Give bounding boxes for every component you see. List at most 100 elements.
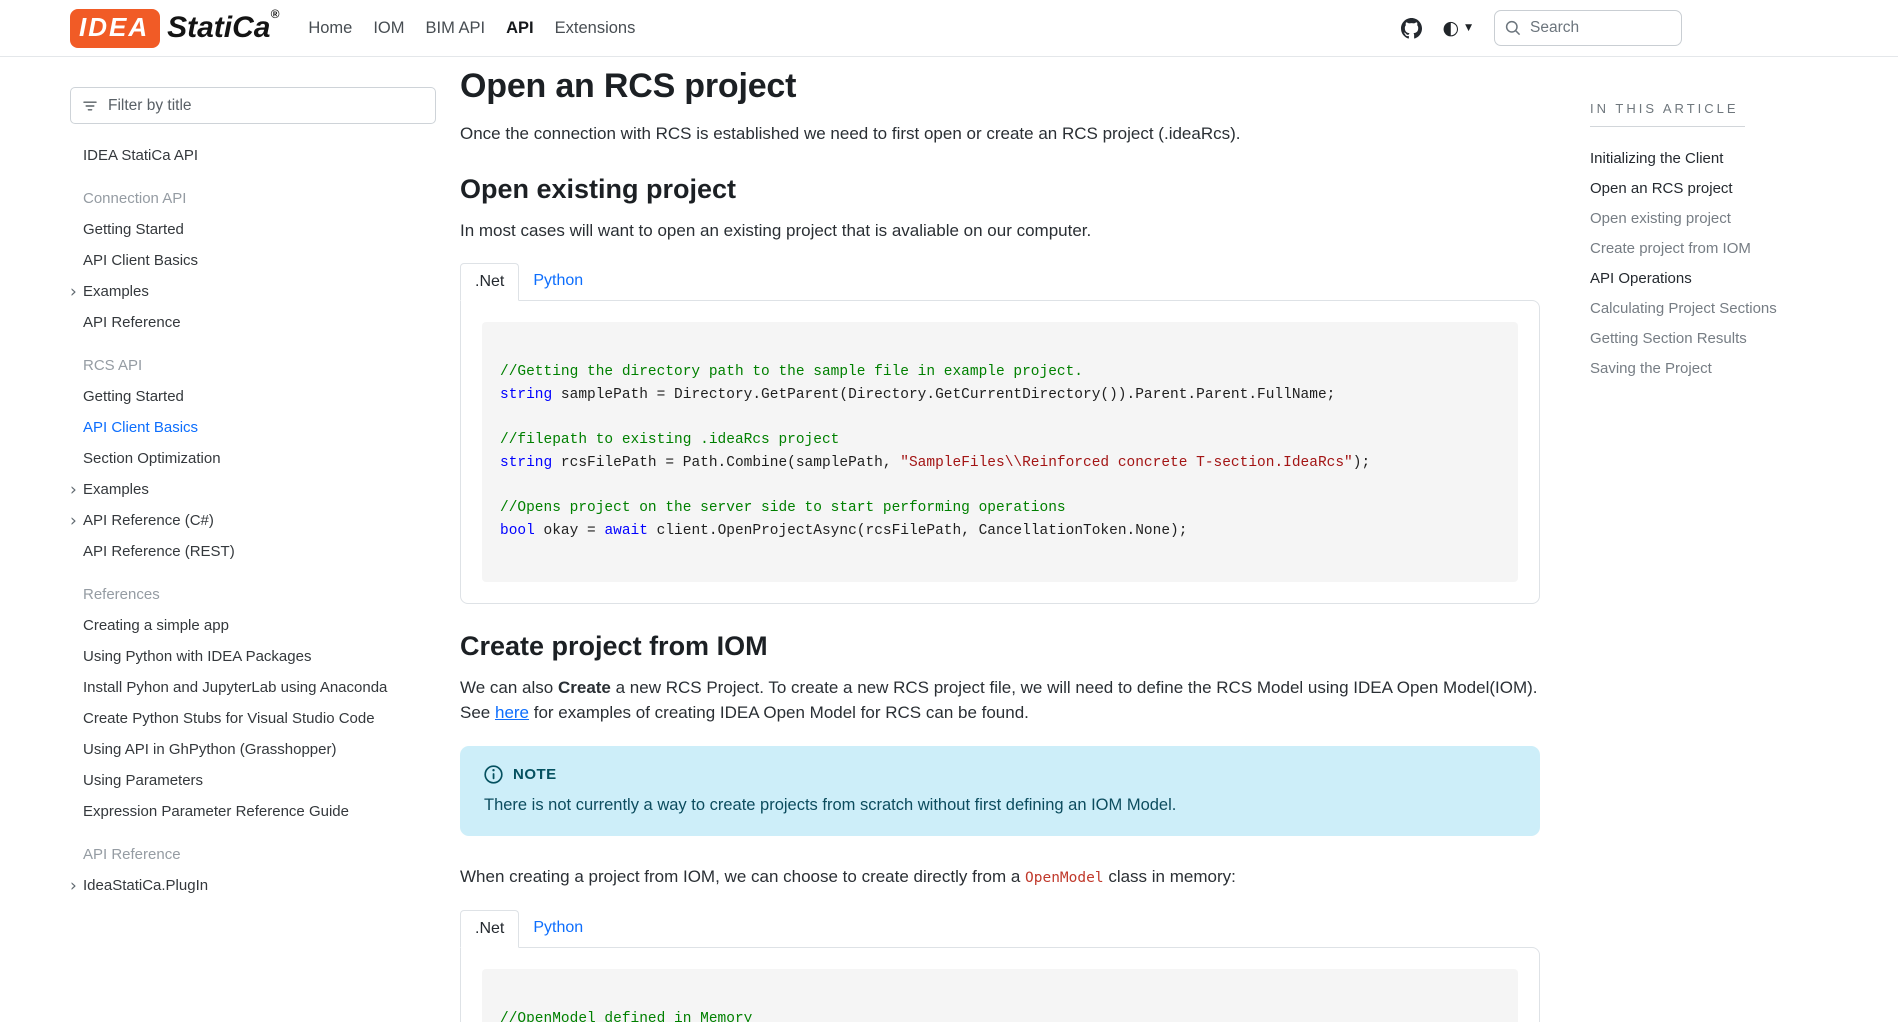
bold-create: Create — [558, 678, 611, 697]
toc-item[interactable]: Create project from IOM — [1590, 233, 1830, 263]
sidebar-item[interactable]: Getting Started — [70, 381, 436, 412]
inline-code-openmodel: OpenModel — [1025, 870, 1104, 886]
text: for examples of creating IDEA Open Model… — [529, 703, 1029, 722]
sidebar-item-label: API Reference (C#) — [83, 512, 214, 529]
sidebar-item[interactable]: Install Pyhon and JupyterLab using Anaco… — [70, 672, 436, 703]
sidebar-item[interactable]: API Reference — [70, 307, 436, 338]
tab-panel: //Getting the directory path to the samp… — [460, 300, 1540, 604]
code-tabgroup-1: .Net Python //Getting the directory path… — [460, 263, 1540, 604]
sidebar-item[interactable]: ›API Reference (C#) — [70, 505, 436, 536]
sidebar-item-label: Examples — [83, 283, 149, 300]
sidebar-section-header: RCS API — [70, 350, 436, 381]
sidebar-item[interactable]: Expression Parameter Reference Guide — [70, 796, 436, 827]
sidebar-nav: IDEA StatiCa API Connection API Getting St… — [70, 140, 436, 901]
header-actions: ◐ ▼ — [1401, 10, 1682, 46]
code-block-open-project[interactable]: //Getting the directory path to the samp… — [482, 322, 1518, 582]
sidebar-item[interactable]: ›Examples — [70, 276, 436, 307]
toc-list: Initializing the ClientOpen an RCS proje… — [1590, 143, 1830, 383]
logo-statica-text: StatiCa® — [167, 11, 279, 45]
header: IDEA StatiCa® Home IOM BIM API API Extension… — [0, 0, 1898, 57]
toc-item[interactable]: Calculating Project Sections — [1590, 293, 1830, 323]
tab-dotnet[interactable]: .Net — [460, 910, 519, 948]
logo[interactable]: IDEA StatiCa® — [70, 9, 279, 48]
toc-item[interactable]: Open an RCS project — [1590, 173, 1830, 203]
toc-item[interactable]: API Operations — [1590, 263, 1830, 293]
here-link[interactable]: here — [495, 703, 529, 722]
nav-item[interactable]: API — [503, 15, 537, 42]
tab-strip: .Net Python — [460, 910, 1540, 947]
sidebar-item[interactable]: Section Optimization — [70, 443, 436, 474]
sidebar-item-label: IdeaStatiCa.PlugIn — [83, 877, 208, 894]
sidebar-item[interactable]: API Client Basics — [70, 412, 436, 443]
section-title-create-iom: Create project from IOM — [460, 631, 1540, 662]
tab-python[interactable]: Python — [519, 263, 597, 300]
openmodel-paragraph: When creating a project from IOM, we can… — [460, 864, 1540, 890]
sidebar-item[interactable]: Create Python Stubs for Visual Studio Co… — [70, 703, 436, 734]
sidebar-item-label: Creating a simple app — [83, 617, 229, 634]
sidebar-item[interactable]: API Reference (REST) — [70, 536, 436, 567]
code-tabgroup-2: .Net Python //OpenModel defined in Memor… — [460, 910, 1540, 1022]
sidebar-section-header: API Reference — [70, 839, 436, 870]
sidebar-item[interactable]: Using Python with IDEA Packages — [70, 641, 436, 672]
tab-strip: .Net Python — [460, 263, 1540, 300]
logo-idea-mark: IDEA — [70, 9, 160, 48]
toc-item[interactable]: Getting Section Results — [1590, 323, 1830, 353]
sidebar-item-label: API Reference — [83, 314, 181, 331]
search-icon — [1505, 20, 1521, 36]
filter-box — [70, 87, 436, 124]
sidebar-item[interactable]: IDEA StatiCa API — [70, 140, 436, 171]
sidebar-item-label: API Reference (REST) — [83, 543, 235, 560]
sidebar-item[interactable]: Getting Started — [70, 214, 436, 245]
info-icon — [484, 765, 503, 784]
toc-item[interactable]: Open existing project — [1590, 203, 1830, 233]
sidebar-section-header: Connection API — [70, 183, 436, 214]
nav-item[interactable]: BIM API — [423, 15, 489, 42]
sidebar-item[interactable]: Creating a simple app — [70, 610, 436, 641]
chevron-right-icon: › — [70, 516, 83, 526]
theme-toggle-button[interactable]: ◐ ▼ — [1442, 19, 1472, 38]
sidebar-item[interactable]: ›IdeaStatiCa.PlugIn — [70, 870, 436, 901]
tab-dotnet[interactable]: .Net — [460, 263, 519, 301]
toc-title: IN THIS ARTICLE — [1590, 101, 1745, 127]
nav-item[interactable]: Home — [305, 15, 355, 42]
create-iom-paragraph: We can also Create a new RCS Project. To… — [460, 675, 1540, 726]
toc-item[interactable]: Initializing the Client — [1590, 143, 1830, 173]
tab-panel: //OpenModel defined in Memory OpenModel … — [460, 947, 1540, 1022]
github-icon[interactable] — [1401, 18, 1422, 39]
sidebar-item-label: Expression Parameter Reference Guide — [83, 803, 349, 820]
section-title-open-existing: Open existing project — [460, 174, 1540, 205]
tab-python[interactable]: Python — [519, 910, 597, 947]
open-existing-paragraph: In most cases will want to open an exist… — [460, 218, 1540, 244]
sidebar-item-label: Section Optimization — [83, 450, 221, 467]
text: We can also — [460, 678, 558, 697]
note-callout: NOTE There is not currently a way to cre… — [460, 746, 1540, 837]
code-block-create-from-iom[interactable]: //OpenModel defined in Memory OpenModel … — [482, 969, 1518, 1022]
sidebar: IDEA StatiCa API Connection API Getting St… — [0, 57, 436, 901]
sidebar-item-label: IDEA StatiCa API — [83, 147, 198, 164]
search-input[interactable] — [1530, 19, 1660, 37]
sidebar-item-label: Install Pyhon and JupyterLab using Anaco… — [83, 679, 387, 696]
sidebar-item-label: Getting Started — [83, 388, 184, 405]
nav-item[interactable]: IOM — [370, 15, 407, 42]
header-nav: Home IOM BIM API API Extensions — [305, 15, 638, 42]
theme-contrast-icon: ◐ — [1442, 19, 1459, 38]
nav-item[interactable]: Extensions — [552, 15, 639, 42]
search-box — [1494, 10, 1682, 46]
chevron-right-icon: › — [70, 287, 83, 297]
sidebar-item-label: Getting Started — [83, 221, 184, 238]
page-body: IDEA StatiCa API Connection API Getting St… — [0, 57, 1898, 1022]
article: Open an RCS project Once the connection … — [460, 57, 1540, 1022]
filter-input[interactable] — [108, 97, 388, 115]
registered-mark: ® — [270, 7, 279, 21]
chevron-right-icon: › — [70, 881, 83, 891]
sidebar-item[interactable]: Using API in GhPython (Grasshopper) — [70, 734, 436, 765]
note-header: NOTE — [484, 765, 1516, 784]
caret-down-icon: ▼ — [1465, 23, 1472, 33]
sidebar-item-label: Using API in GhPython (Grasshopper) — [83, 741, 336, 758]
sidebar-item-label: Using Python with IDEA Packages — [83, 648, 311, 665]
toc-item[interactable]: Saving the Project — [1590, 353, 1830, 383]
sidebar-item[interactable]: Using Parameters — [70, 765, 436, 796]
sidebar-item[interactable]: ›Examples — [70, 474, 436, 505]
sidebar-item-label: Examples — [83, 481, 149, 498]
sidebar-item[interactable]: API Client Basics — [70, 245, 436, 276]
